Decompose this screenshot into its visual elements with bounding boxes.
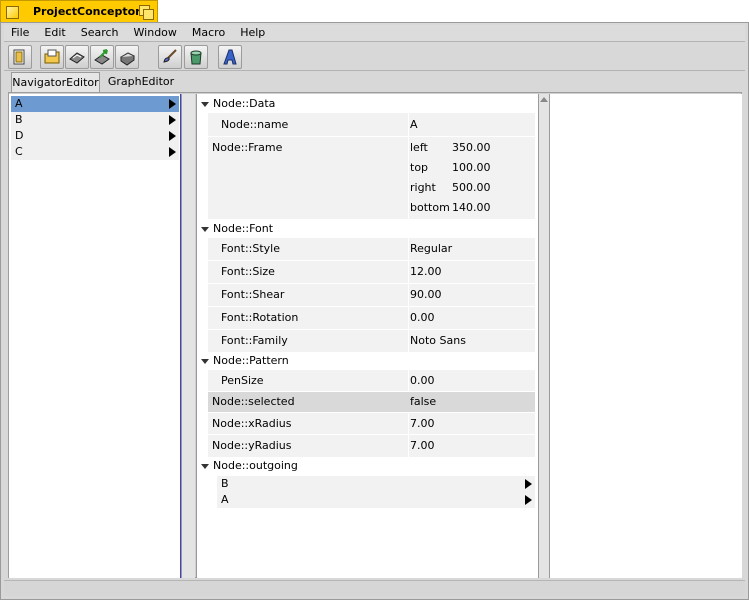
menu-edit[interactable]: Edit [37, 25, 73, 41]
property-row[interactable]: Font::Family Noto Sans [208, 330, 535, 352]
expand-arrow-icon[interactable] [169, 99, 176, 109]
tab-graph-editor[interactable]: GraphEditor [101, 72, 181, 92]
export-icon[interactable] [90, 45, 114, 69]
frame-value-right[interactable]: 500.00 [452, 180, 491, 196]
property-value[interactable]: 7.00 [410, 413, 435, 434]
list-item[interactable]: D [11, 128, 179, 144]
collapse-triangle-icon[interactable] [201, 102, 209, 107]
expand-arrow-icon[interactable] [169, 131, 176, 141]
property-scrollbar[interactable] [538, 94, 549, 578]
tab-navigator-editor[interactable]: NavigatorEditor [11, 72, 100, 92]
property-row-selected[interactable]: Node::selected false [208, 392, 535, 412]
detail-panel [549, 94, 742, 578]
property-key: Font::Style [221, 242, 280, 255]
property-value[interactable]: 0.00 [410, 307, 435, 329]
menu-window[interactable]: Window [127, 25, 185, 41]
zoom-box-icon[interactable] [139, 5, 154, 20]
property-key: Node::xRadius [212, 417, 292, 430]
frame-key-right: right [410, 181, 436, 194]
property-row[interactable]: Node::yRadius 7.00 [208, 435, 535, 457]
property-key: Node::selected [212, 395, 295, 408]
frame-value-left[interactable]: 350.00 [452, 140, 491, 156]
property-row[interactable]: PenSize 0.00 [208, 370, 535, 391]
list-item[interactable]: C [11, 144, 179, 160]
frame-value-top[interactable]: 100.00 [452, 160, 491, 176]
property-value[interactable]: 7.00 [410, 435, 435, 457]
scroll-up-arrow-icon[interactable] [540, 97, 548, 102]
frame-value-bottom[interactable]: 140.00 [452, 200, 491, 216]
property-value[interactable]: 90.00 [410, 284, 442, 306]
list-item-label: D [15, 129, 24, 142]
menu-search[interactable]: Search [74, 25, 127, 41]
property-value[interactable]: 12.00 [410, 261, 442, 283]
property-value[interactable]: A [410, 113, 418, 136]
property-row[interactable]: Font::Shear 90.00 [208, 284, 535, 306]
property-panel: Node::Data Node::name A Node::Frame left… [196, 94, 538, 578]
property-row-frame[interactable]: Node::Frame left 350.00 top 100.00 right… [208, 137, 535, 219]
expand-arrow-icon[interactable] [525, 495, 532, 505]
toolbar [4, 42, 745, 71]
brush-icon[interactable] [158, 45, 182, 69]
property-key: Font::Shear [221, 288, 285, 301]
list-item[interactable]: A [217, 492, 535, 508]
property-key: Node::name [221, 118, 289, 131]
collapse-triangle-icon[interactable] [201, 227, 209, 232]
property-key: Font::Rotation [221, 311, 299, 324]
property-key: Font::Family [221, 334, 288, 347]
expand-arrow-icon[interactable] [169, 115, 176, 125]
property-value[interactable]: 0.00 [410, 370, 435, 391]
frame-key-bottom: bottom [410, 201, 450, 214]
list-item-label: A [15, 97, 23, 110]
menu-help[interactable]: Help [233, 25, 273, 41]
collapse-triangle-icon[interactable] [201, 464, 209, 469]
text-style-icon[interactable] [218, 45, 242, 69]
property-row[interactable]: Font::Style Regular [208, 238, 535, 260]
property-value[interactable]: Regular [410, 238, 452, 260]
close-box-icon[interactable] [6, 6, 19, 19]
property-key: PenSize [221, 374, 264, 387]
navigator-list: A B D C [9, 94, 181, 578]
property-value[interactable]: Noto Sans [410, 330, 466, 352]
save-icon[interactable] [65, 45, 89, 69]
list-item[interactable]: B [217, 476, 535, 492]
menu-bar: File Edit Search Window Macro Help [4, 25, 745, 42]
property-key: Node::Frame [212, 141, 283, 154]
menu-file[interactable]: File [4, 25, 37, 41]
navigator-scrollbar[interactable] [181, 94, 195, 578]
open-folder-icon[interactable] [40, 45, 64, 69]
list-item-label: C [15, 145, 23, 158]
trash-icon[interactable] [184, 45, 208, 69]
frame-key-left: left [410, 141, 428, 154]
list-item-label: A [221, 493, 229, 506]
window-title: ProjectConceptor [33, 5, 141, 18]
property-value[interactable]: false [410, 392, 436, 412]
property-row[interactable]: Node::name A [208, 113, 535, 136]
list-item-label: B [221, 477, 229, 490]
menu-macro[interactable]: Macro [185, 25, 233, 41]
property-key: Font::Size [221, 265, 275, 278]
property-key: Node::yRadius [212, 439, 292, 452]
expand-arrow-icon[interactable] [169, 147, 176, 157]
status-bar [4, 580, 745, 596]
list-item-label: B [15, 113, 23, 126]
list-item[interactable]: A [11, 96, 179, 112]
frame-key-top: top [410, 161, 429, 174]
print-icon[interactable] [115, 45, 139, 69]
window-tab[interactable]: ProjectConceptor [0, 0, 158, 22]
collapse-triangle-icon[interactable] [201, 359, 209, 364]
property-row[interactable]: Node::xRadius 7.00 [208, 413, 535, 434]
list-item[interactable]: B [11, 112, 179, 128]
new-document-icon[interactable] [8, 45, 32, 69]
expand-arrow-icon[interactable] [525, 479, 532, 489]
property-row[interactable]: Font::Rotation 0.00 [208, 307, 535, 329]
property-row[interactable]: Font::Size 12.00 [208, 261, 535, 283]
